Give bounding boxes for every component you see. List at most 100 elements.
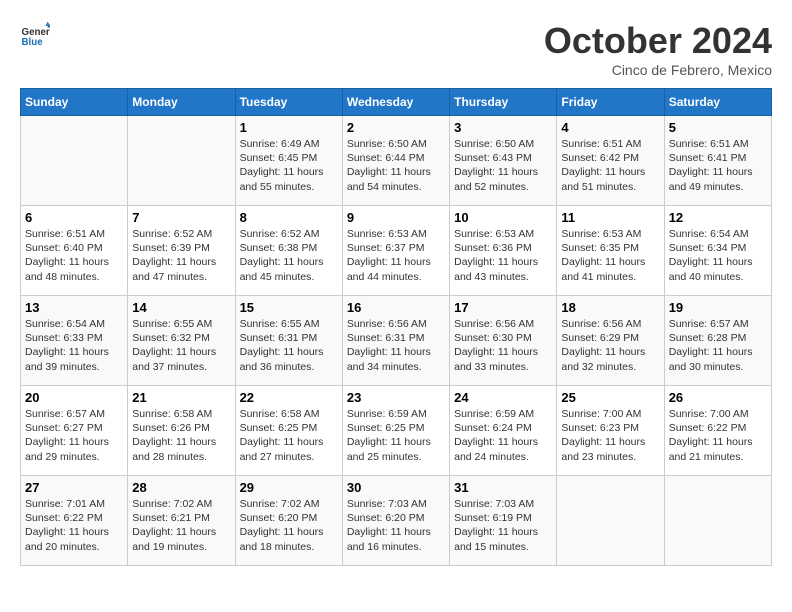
day-number: 22 xyxy=(240,390,338,405)
calendar-day-cell: 1 Sunrise: 6:49 AMSunset: 6:45 PMDaylight… xyxy=(235,116,342,206)
weekday-header: Saturday xyxy=(664,89,771,116)
calendar-day-cell: 9Sunrise: 6:53 AMSunset: 6:37 PMDaylight… xyxy=(342,206,449,296)
day-number: 20 xyxy=(25,390,123,405)
weekday-header: Sunday xyxy=(21,89,128,116)
calendar-day-cell: 3 Sunrise: 6:50 AMSunset: 6:43 PMDaylight… xyxy=(450,116,557,206)
logo: General Blue xyxy=(20,20,50,50)
day-number: 21 xyxy=(132,390,230,405)
calendar-day-cell: 27 Sunrise: 7:01 AMSunset: 6:22 PMDayligh… xyxy=(21,476,128,566)
calendar-day-cell xyxy=(128,116,235,206)
day-number: 27 xyxy=(25,480,123,495)
calendar-day-cell: 12 Sunrise: 6:54 AMSunset: 6:34 PMDayligh… xyxy=(664,206,771,296)
calendar-day-cell: 29 Sunrise: 7:02 AMSunset: 6:20 PMDayligh… xyxy=(235,476,342,566)
weekday-header: Friday xyxy=(557,89,664,116)
day-number: 13 xyxy=(25,300,123,315)
calendar-week-row: 1 Sunrise: 6:49 AMSunset: 6:45 PMDaylight… xyxy=(21,116,772,206)
day-info: Sunrise: 6:54 AMSunset: 6:34 PMDaylight:… xyxy=(669,227,767,284)
day-info: Sunrise: 6:51 AMSunset: 6:42 PMDaylight:… xyxy=(561,137,659,194)
day-number: 12 xyxy=(669,210,767,225)
day-info: Sunrise: 6:57 AMSunset: 6:27 PMDaylight:… xyxy=(25,407,123,464)
day-number: 3 xyxy=(454,120,552,135)
day-info: Sunrise: 6:51 AMSunset: 6:40 PMDaylight:… xyxy=(25,227,123,284)
calendar-day-cell: 10 Sunrise: 6:53 AMSunset: 6:36 PMDayligh… xyxy=(450,206,557,296)
day-number: 26 xyxy=(669,390,767,405)
calendar-day-cell: 7 Sunrise: 6:52 AMSunset: 6:39 PMDaylight… xyxy=(128,206,235,296)
calendar-day-cell: 19 Sunrise: 6:57 AMSunset: 6:28 PMDayligh… xyxy=(664,296,771,386)
calendar-day-cell: 25 Sunrise: 7:00 AMSunset: 6:23 PMDayligh… xyxy=(557,386,664,476)
day-info: Sunrise: 6:56 AMSunset: 6:31 PMDaylight:… xyxy=(347,317,445,374)
calendar-day-cell: 21 Sunrise: 6:58 AMSunset: 6:26 PMDayligh… xyxy=(128,386,235,476)
day-number: 4 xyxy=(561,120,659,135)
calendar-table: SundayMondayTuesdayWednesdayThursdayFrid… xyxy=(20,88,772,566)
day-info: Sunrise: 6:53 AMSunset: 6:36 PMDaylight:… xyxy=(454,227,552,284)
calendar-day-cell: 4 Sunrise: 6:51 AMSunset: 6:42 PMDaylight… xyxy=(557,116,664,206)
calendar-day-cell: 17Sunrise: 6:56 AMSunset: 6:30 PMDayligh… xyxy=(450,296,557,386)
calendar-day-cell xyxy=(664,476,771,566)
calendar-day-cell: 20 Sunrise: 6:57 AMSunset: 6:27 PMDayligh… xyxy=(21,386,128,476)
day-number: 15 xyxy=(240,300,338,315)
day-info: Sunrise: 6:53 AMSunset: 6:35 PMDaylight:… xyxy=(561,227,659,284)
day-number: 28 xyxy=(132,480,230,495)
day-number: 7 xyxy=(132,210,230,225)
day-number: 10 xyxy=(454,210,552,225)
day-info: Sunrise: 6:52 AMSunset: 6:39 PMDaylight:… xyxy=(132,227,230,284)
day-number: 6 xyxy=(25,210,123,225)
weekday-header: Thursday xyxy=(450,89,557,116)
day-info: Sunrise: 6:58 AMSunset: 6:25 PMDaylight:… xyxy=(240,407,338,464)
day-number: 18 xyxy=(561,300,659,315)
calendar-day-cell: 14Sunrise: 6:55 AMSunset: 6:32 PMDayligh… xyxy=(128,296,235,386)
day-info: Sunrise: 6:56 AMSunset: 6:30 PMDaylight:… xyxy=(454,317,552,374)
calendar-day-cell: 18Sunrise: 6:56 AMSunset: 6:29 PMDayligh… xyxy=(557,296,664,386)
day-number: 23 xyxy=(347,390,445,405)
weekday-header: Wednesday xyxy=(342,89,449,116)
calendar-day-cell: 28Sunrise: 7:02 AMSunset: 6:21 PMDayligh… xyxy=(128,476,235,566)
calendar-day-cell: 8Sunrise: 6:52 AMSunset: 6:38 PMDaylight… xyxy=(235,206,342,296)
day-info: Sunrise: 7:01 AMSunset: 6:22 PMDaylight:… xyxy=(25,497,123,554)
day-number: 16 xyxy=(347,300,445,315)
day-info: Sunrise: 7:00 AMSunset: 6:23 PMDaylight:… xyxy=(561,407,659,464)
calendar-day-cell: 5 Sunrise: 6:51 AMSunset: 6:41 PMDaylight… xyxy=(664,116,771,206)
logo-icon: General Blue xyxy=(20,20,50,50)
calendar-week-row: 27 Sunrise: 7:01 AMSunset: 6:22 PMDayligh… xyxy=(21,476,772,566)
day-info: Sunrise: 6:51 AMSunset: 6:41 PMDaylight:… xyxy=(669,137,767,194)
day-info: Sunrise: 6:59 AMSunset: 6:25 PMDaylight:… xyxy=(347,407,445,464)
day-info: Sunrise: 6:58 AMSunset: 6:26 PMDaylight:… xyxy=(132,407,230,464)
day-number: 9 xyxy=(347,210,445,225)
calendar-day-cell xyxy=(21,116,128,206)
weekday-header-row: SundayMondayTuesdayWednesdayThursdayFrid… xyxy=(21,89,772,116)
calendar-day-cell: 11 Sunrise: 6:53 AMSunset: 6:35 PMDayligh… xyxy=(557,206,664,296)
day-number: 24 xyxy=(454,390,552,405)
day-info: Sunrise: 7:02 AMSunset: 6:20 PMDaylight:… xyxy=(240,497,338,554)
day-info: Sunrise: 6:57 AMSunset: 6:28 PMDaylight:… xyxy=(669,317,767,374)
day-info: Sunrise: 7:03 AMSunset: 6:19 PMDaylight:… xyxy=(454,497,552,554)
calendar-day-cell: 30 Sunrise: 7:03 AMSunset: 6:20 PMDayligh… xyxy=(342,476,449,566)
day-number: 5 xyxy=(669,120,767,135)
location-subtitle: Cinco de Febrero, Mexico xyxy=(544,62,772,78)
day-info: Sunrise: 7:00 AMSunset: 6:22 PMDaylight:… xyxy=(669,407,767,464)
day-info: Sunrise: 6:49 AMSunset: 6:45 PMDaylight:… xyxy=(240,137,338,194)
day-number: 11 xyxy=(561,210,659,225)
calendar-day-cell xyxy=(557,476,664,566)
calendar-day-cell: 26 Sunrise: 7:00 AMSunset: 6:22 PMDayligh… xyxy=(664,386,771,476)
calendar-day-cell: 22 Sunrise: 6:58 AMSunset: 6:25 PMDayligh… xyxy=(235,386,342,476)
day-info: Sunrise: 7:03 AMSunset: 6:20 PMDaylight:… xyxy=(347,497,445,554)
calendar-week-row: 6 Sunrise: 6:51 AMSunset: 6:40 PMDaylight… xyxy=(21,206,772,296)
calendar-day-cell: 6 Sunrise: 6:51 AMSunset: 6:40 PMDaylight… xyxy=(21,206,128,296)
day-info: Sunrise: 6:52 AMSunset: 6:38 PMDaylight:… xyxy=(240,227,338,284)
day-info: Sunrise: 6:55 AMSunset: 6:32 PMDaylight:… xyxy=(132,317,230,374)
month-title: October 2024 xyxy=(544,20,772,62)
calendar-day-cell: 15Sunrise: 6:55 AMSunset: 6:31 PMDayligh… xyxy=(235,296,342,386)
calendar-day-cell: 13Sunrise: 6:54 AMSunset: 6:33 PMDayligh… xyxy=(21,296,128,386)
day-number: 25 xyxy=(561,390,659,405)
day-number: 19 xyxy=(669,300,767,315)
day-number: 2 xyxy=(347,120,445,135)
day-number: 30 xyxy=(347,480,445,495)
day-number: 29 xyxy=(240,480,338,495)
calendar-week-row: 20 Sunrise: 6:57 AMSunset: 6:27 PMDayligh… xyxy=(21,386,772,476)
day-number: 1 xyxy=(240,120,338,135)
day-info: Sunrise: 6:50 AMSunset: 6:43 PMDaylight:… xyxy=(454,137,552,194)
calendar-day-cell: 31Sunrise: 7:03 AMSunset: 6:19 PMDayligh… xyxy=(450,476,557,566)
page-header: General Blue October 2024 Cinco de Febre… xyxy=(20,20,772,78)
calendar-week-row: 13Sunrise: 6:54 AMSunset: 6:33 PMDayligh… xyxy=(21,296,772,386)
calendar-day-cell: 2Sunrise: 6:50 AMSunset: 6:44 PMDaylight… xyxy=(342,116,449,206)
